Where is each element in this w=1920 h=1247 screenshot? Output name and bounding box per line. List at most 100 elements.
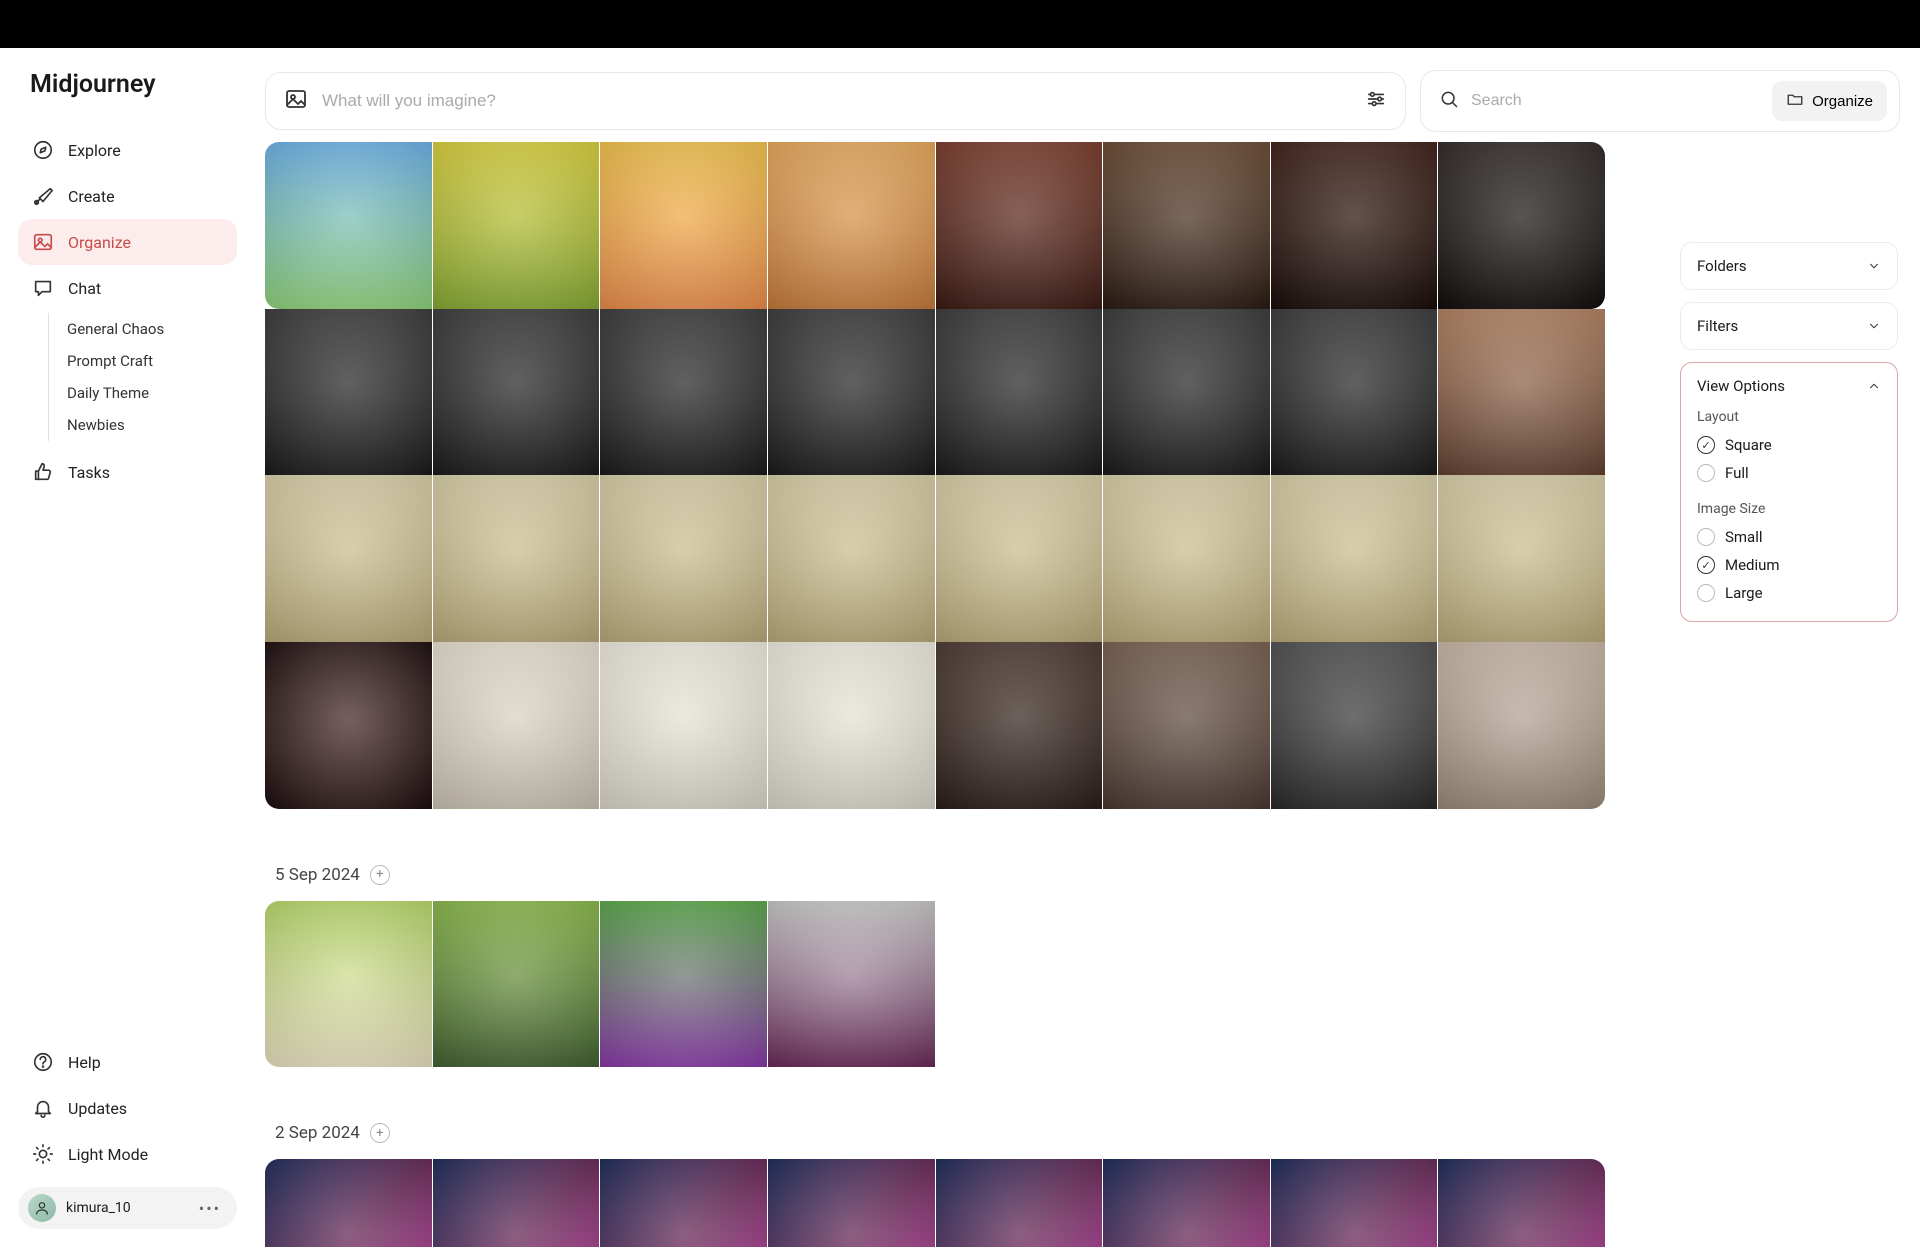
chat-room-item[interactable]: Prompt Craft bbox=[67, 345, 237, 377]
image-thumbnail[interactable] bbox=[768, 142, 935, 309]
image-thumbnail[interactable] bbox=[768, 642, 935, 809]
image-thumbnail[interactable] bbox=[1271, 642, 1438, 809]
organize-button-label: Organize bbox=[1812, 93, 1873, 110]
image-grid bbox=[265, 901, 1605, 1068]
image-thumbnail[interactable] bbox=[768, 309, 935, 476]
image-thumbnail[interactable] bbox=[265, 142, 432, 309]
image-thumbnail[interactable] bbox=[1271, 1159, 1438, 1247]
chat-room-item[interactable]: Newbies bbox=[67, 409, 237, 441]
user-pill[interactable]: kimura_10 ••• bbox=[18, 1187, 237, 1229]
image-thumbnail[interactable] bbox=[768, 1159, 935, 1247]
image-thumbnail[interactable] bbox=[433, 142, 600, 309]
view-options-label: View Options bbox=[1697, 377, 1785, 395]
image-thumbnail[interactable] bbox=[600, 901, 767, 1068]
filters-panel-toggle[interactable]: Filters bbox=[1680, 302, 1898, 350]
image-thumbnail[interactable] bbox=[1271, 142, 1438, 309]
chat-room-item[interactable]: Daily Theme bbox=[67, 377, 237, 409]
image-thumbnail[interactable] bbox=[768, 901, 935, 1068]
image-thumbnail[interactable] bbox=[936, 142, 1103, 309]
image-size-group-label: Image Size bbox=[1697, 501, 1881, 517]
sidebar-item-tasks[interactable]: Tasks bbox=[18, 449, 237, 495]
sidebar-item-light-mode[interactable]: Light Mode bbox=[18, 1131, 237, 1177]
image-thumbnail[interactable] bbox=[1103, 142, 1270, 309]
view-options-toggle[interactable]: View Options bbox=[1697, 377, 1881, 395]
sidebar-item-organize[interactable]: Organize bbox=[18, 219, 237, 265]
image-grid bbox=[265, 642, 1605, 809]
radio-label: Square bbox=[1725, 436, 1772, 454]
size-option-large[interactable]: Large bbox=[1697, 579, 1881, 607]
prompt-input[interactable] bbox=[322, 91, 1351, 111]
sidebar-item-help[interactable]: Help bbox=[18, 1039, 237, 1085]
image-thumbnail[interactable] bbox=[433, 901, 600, 1068]
image-thumbnail[interactable] bbox=[600, 142, 767, 309]
view-options-panel: View Options Layout Square Full bbox=[1680, 362, 1898, 622]
image-thumbnail[interactable] bbox=[1271, 475, 1438, 642]
image-thumbnail[interactable] bbox=[265, 642, 432, 809]
layout-option-square[interactable]: Square bbox=[1697, 431, 1881, 459]
image-thumbnail[interactable] bbox=[936, 309, 1103, 476]
search-input[interactable] bbox=[1471, 92, 1760, 110]
image-thumbnail[interactable] bbox=[1271, 309, 1438, 476]
user-name: kimura_10 bbox=[66, 1200, 183, 1216]
chat-rooms-list: General Chaos Prompt Craft Daily Theme N… bbox=[48, 313, 237, 441]
sidebar-item-create[interactable]: Create bbox=[18, 173, 237, 219]
image-thumbnail[interactable] bbox=[265, 901, 432, 1068]
image-thumbnail[interactable] bbox=[1438, 309, 1605, 476]
image-thumbnail[interactable] bbox=[1103, 309, 1270, 476]
image-grid bbox=[265, 1159, 1605, 1247]
folder-icon bbox=[1786, 90, 1804, 112]
image-thumbnail[interactable] bbox=[1103, 1159, 1270, 1247]
size-option-medium[interactable]: Medium bbox=[1697, 551, 1881, 579]
sidebar-item-chat[interactable]: Chat bbox=[18, 265, 237, 311]
date-label: 2 Sep 2024 bbox=[275, 1123, 360, 1143]
image-thumbnail[interactable] bbox=[265, 309, 432, 476]
add-to-date-icon[interactable]: + bbox=[370, 865, 390, 885]
prompt-box[interactable] bbox=[265, 72, 1406, 130]
image-thumbnail[interactable] bbox=[433, 309, 600, 476]
image-thumbnail[interactable] bbox=[265, 1159, 432, 1247]
radio-selected-icon bbox=[1697, 436, 1715, 454]
sidebar-item-label: Tasks bbox=[68, 463, 110, 482]
image-thumbnail[interactable] bbox=[1103, 475, 1270, 642]
image-thumbnail[interactable] bbox=[600, 1159, 767, 1247]
image-thumbnail[interactable] bbox=[768, 475, 935, 642]
image-thumbnail[interactable] bbox=[600, 309, 767, 476]
gallery-scroll[interactable]: 5 Sep 2024 + 2 Sep 2024 + bbox=[255, 142, 1680, 1247]
layout-option-full[interactable]: Full bbox=[1697, 459, 1881, 487]
image-thumbnail[interactable] bbox=[600, 642, 767, 809]
image-icon bbox=[32, 231, 54, 253]
brush-icon bbox=[32, 185, 54, 207]
more-icon[interactable]: ••• bbox=[193, 1199, 227, 1218]
size-option-small[interactable]: Small bbox=[1697, 523, 1881, 551]
image-thumbnail[interactable] bbox=[433, 475, 600, 642]
chat-icon bbox=[32, 277, 54, 299]
organize-button[interactable]: Organize bbox=[1772, 81, 1887, 121]
sidebar-item-updates[interactable]: Updates bbox=[18, 1085, 237, 1131]
sidebar-item-label: Light Mode bbox=[68, 1145, 148, 1164]
sidebar-item-label: Help bbox=[68, 1053, 101, 1072]
sidebar-item-explore[interactable]: Explore bbox=[18, 127, 237, 173]
image-thumbnail[interactable] bbox=[1438, 642, 1605, 809]
chat-room-item[interactable]: General Chaos bbox=[67, 313, 237, 345]
folders-panel-toggle[interactable]: Folders bbox=[1680, 242, 1898, 290]
image-thumbnail[interactable] bbox=[600, 475, 767, 642]
image-thumbnail[interactable] bbox=[1438, 1159, 1605, 1247]
radio-label: Large bbox=[1725, 584, 1763, 602]
image-thumbnail[interactable] bbox=[936, 475, 1103, 642]
image-thumbnail[interactable] bbox=[1438, 475, 1605, 642]
browser-chrome-blackbar bbox=[0, 0, 1920, 48]
image-thumbnail[interactable] bbox=[1103, 642, 1270, 809]
sliders-icon[interactable] bbox=[1365, 88, 1387, 114]
image-thumbnail[interactable] bbox=[936, 1159, 1103, 1247]
image-thumbnail[interactable] bbox=[936, 642, 1103, 809]
search-box[interactable]: Organize bbox=[1420, 70, 1900, 132]
compass-icon bbox=[32, 139, 54, 161]
image-grid bbox=[265, 309, 1605, 476]
radio-label: Full bbox=[1725, 464, 1749, 482]
folders-label: Folders bbox=[1697, 257, 1747, 275]
image-thumbnail[interactable] bbox=[433, 1159, 600, 1247]
image-thumbnail[interactable] bbox=[1438, 142, 1605, 309]
add-to-date-icon[interactable]: + bbox=[370, 1123, 390, 1143]
image-thumbnail[interactable] bbox=[433, 642, 600, 809]
image-thumbnail[interactable] bbox=[265, 475, 432, 642]
